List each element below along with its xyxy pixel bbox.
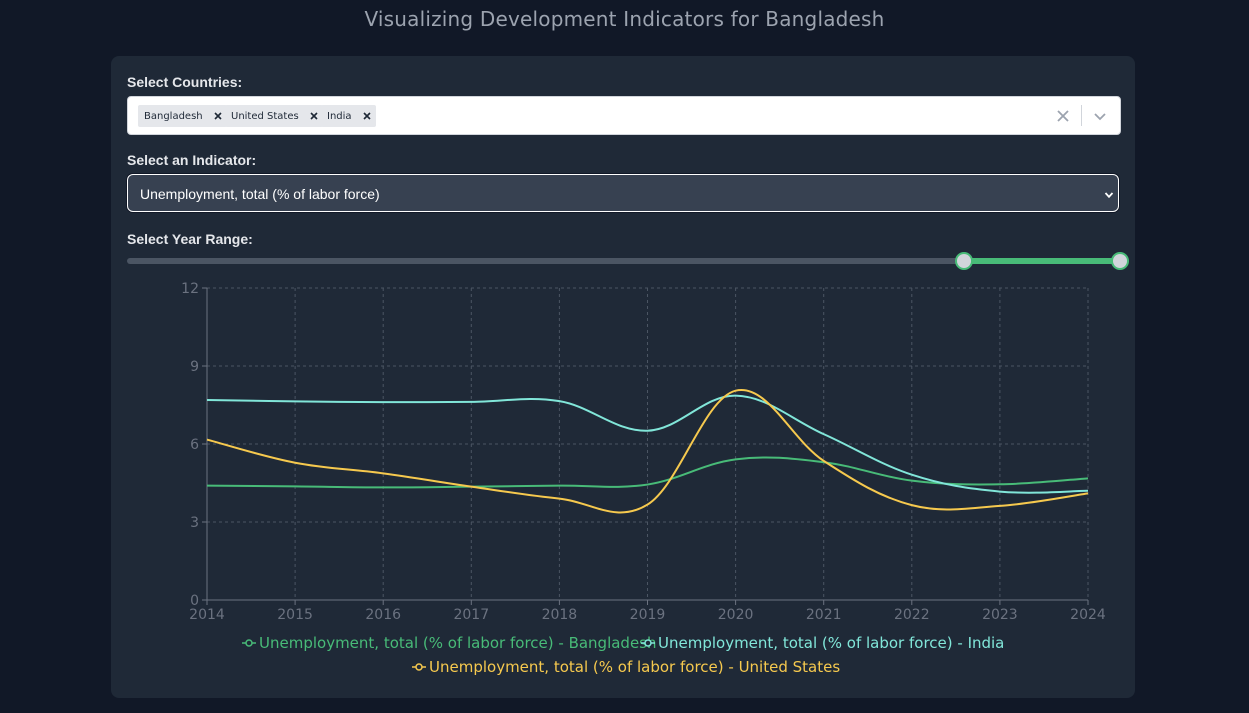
- legend-label: Unemployment, total (% of labor force) -…: [259, 634, 657, 652]
- legend-label: Unemployment, total (% of labor force) -…: [658, 634, 1004, 652]
- x-tick-label: 2015: [277, 607, 313, 623]
- y-tick-label: 9: [190, 359, 199, 375]
- x-tick-label: 2021: [806, 607, 842, 623]
- x-tick-label: 2019: [630, 607, 666, 623]
- x-tick-label: 2024: [1070, 607, 1106, 623]
- x-tick-label: 2016: [365, 607, 401, 623]
- x-tick-label: 2014: [189, 607, 225, 623]
- x-tick-label: 2023: [982, 607, 1018, 623]
- legend-label: Unemployment, total (% of labor force) -…: [429, 658, 840, 676]
- y-tick-label: 12: [181, 281, 199, 297]
- legend-marker-icon: [415, 663, 423, 671]
- y-tick-label: 6: [190, 437, 199, 453]
- x-tick-label: 2018: [542, 607, 578, 623]
- x-tick-label: 2022: [894, 607, 930, 623]
- x-tick-label: 2020: [718, 607, 754, 623]
- unemployment-line-chart: 0369122014 2015 2016 2017 2018 2019 2020 2021 20…: [181, 281, 1106, 676]
- legend-marker-icon: [245, 639, 253, 647]
- x-tick-label: 2017: [453, 607, 489, 623]
- y-tick-label: 3: [190, 515, 199, 531]
- legend-marker-icon: [644, 639, 652, 647]
